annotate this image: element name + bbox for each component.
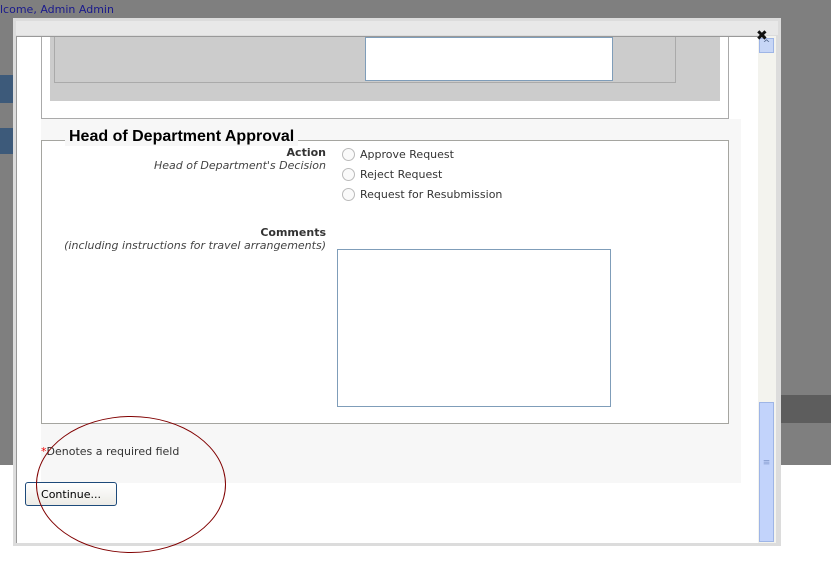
background-bar <box>781 395 831 423</box>
action-label-group: Action Head of Department's Decision <box>154 146 326 172</box>
modal-titlebar[interactable] <box>16 21 778 35</box>
close-icon[interactable]: ✖ <box>756 28 768 44</box>
comments-hint: (including instructions for travel arran… <box>64 239 326 252</box>
radio-circle-icon[interactable] <box>342 168 355 181</box>
comments-textarea[interactable] <box>337 249 611 407</box>
annotation-circle <box>36 416 226 553</box>
user-link[interactable]: Admin Admin <box>40 3 114 16</box>
modal-scrollbar[interactable]: ^ ≡ <box>758 36 776 543</box>
radio-circle-icon[interactable] <box>342 148 355 161</box>
sidebar-tab <box>0 128 13 154</box>
approval-fieldset: Action Head of Department's Decision App… <box>41 140 729 424</box>
radio-approve[interactable]: Approve Request <box>342 148 454 161</box>
sidebar-tab <box>0 75 13 103</box>
comments-label-group: Comments (including instructions for tra… <box>64 226 326 252</box>
action-label: Action <box>286 146 326 159</box>
radio-circle-icon[interactable] <box>342 188 355 201</box>
section-title: Head of Department Approval <box>65 128 299 146</box>
comments-label: Comments <box>260 226 326 239</box>
welcome-text: lcome, Admin Admin <box>0 3 114 16</box>
previous-section-body <box>50 37 720 101</box>
option-label: Approve Request <box>360 148 454 161</box>
option-label: Reject Request <box>360 168 443 181</box>
scroll-thumb[interactable]: ≡ <box>759 402 774 542</box>
action-hint: Head of Department's Decision <box>153 159 326 172</box>
previous-textarea[interactable] <box>365 37 613 81</box>
option-label: Request for Resubmission <box>360 188 503 201</box>
radio-reject[interactable]: Reject Request <box>342 168 442 181</box>
previous-section <box>41 37 729 119</box>
previous-fieldset <box>54 37 676 83</box>
radio-resubmission[interactable]: Request for Resubmission <box>342 188 502 201</box>
